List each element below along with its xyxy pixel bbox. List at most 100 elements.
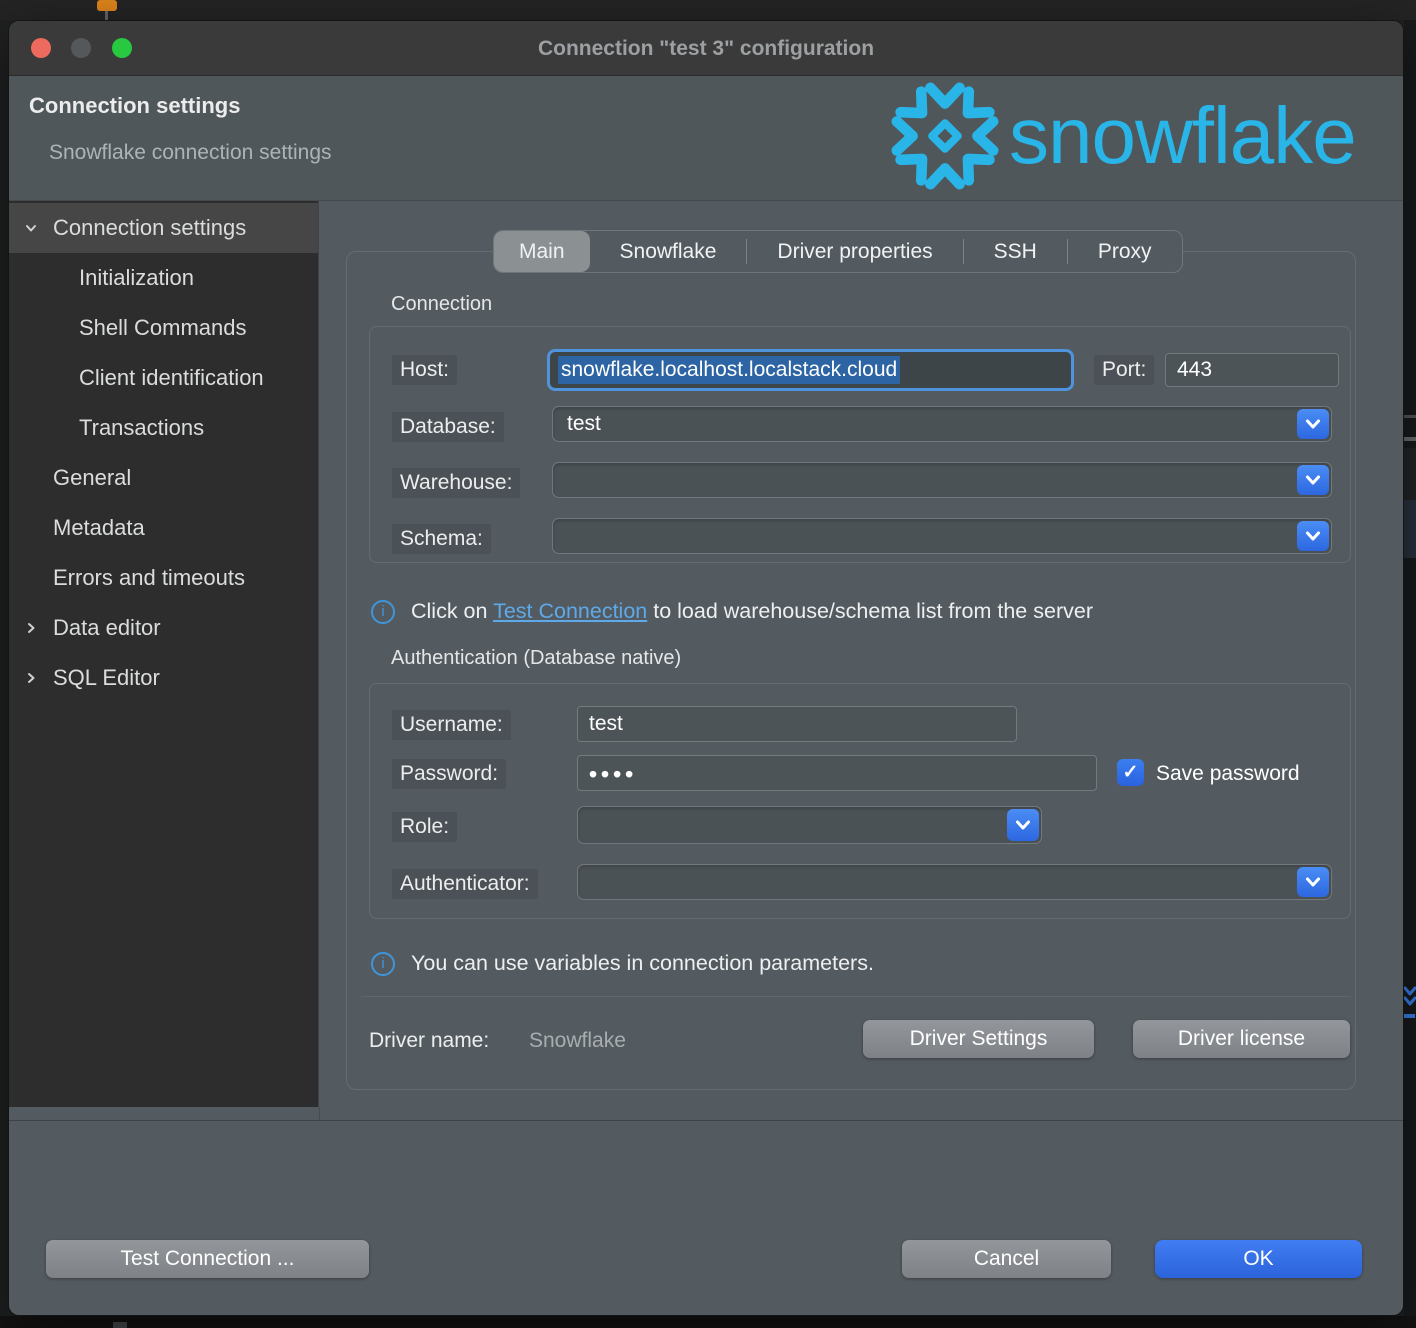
tree-chevron-icon (35, 320, 79, 336)
sidebar-item-data-editor[interactable]: Data editor (9, 603, 318, 653)
title-bar: Connection "test 3" configuration (9, 21, 1403, 76)
tree-chevron-icon (9, 620, 53, 636)
chevron-down-icon (1015, 820, 1031, 831)
header-title: Connection settings (29, 93, 240, 119)
test-connection-link[interactable]: Test Connection (493, 599, 647, 623)
close-window-button[interactable] (31, 38, 51, 58)
schema-combo[interactable] (552, 518, 1332, 554)
driver-section-divider (361, 996, 1351, 997)
sidebar-item-label: Client identification (79, 365, 264, 391)
database-combo[interactable]: test (552, 406, 1332, 442)
password-label: Password: (392, 759, 506, 789)
database-value: test (567, 412, 601, 436)
tree-chevron-icon (35, 370, 79, 386)
password-input[interactable]: •••• (577, 755, 1097, 791)
authenticator-dropdown-button[interactable] (1297, 867, 1329, 897)
role-combo[interactable] (577, 806, 1042, 844)
tree-chevron-icon (9, 520, 53, 536)
database-dropdown-button[interactable] (1297, 409, 1329, 439)
schema-dropdown-button[interactable] (1297, 521, 1329, 551)
tab-ssh[interactable]: SSH (964, 231, 1067, 272)
sidebar-item-label: General (53, 465, 131, 491)
cancel-button[interactable]: Cancel (902, 1240, 1111, 1278)
save-password-label: Save password (1156, 762, 1300, 786)
authenticator-label: Authenticator: (392, 869, 538, 899)
dialog-footer: Test Connection ... Cancel OK (9, 1121, 1403, 1316)
sidebar-item-transactions[interactable]: Transactions (9, 403, 318, 453)
username-label: Username: (392, 710, 511, 740)
tree-chevron-icon (35, 270, 79, 286)
info-icon: i (371, 600, 395, 624)
sidebar-item-sql-editor[interactable]: SQL Editor (9, 653, 318, 703)
warehouse-combo[interactable] (552, 462, 1332, 498)
sidebar-item-label: Metadata (53, 515, 145, 541)
header-subtitle: Snowflake connection settings (49, 141, 332, 165)
background-orange-icon (97, 0, 117, 11)
window-title: Connection "test 3" configuration (9, 21, 1403, 76)
tree-chevron-icon (35, 420, 79, 436)
minimize-window-button[interactable] (71, 38, 91, 58)
sidebar-item-general[interactable]: General (9, 453, 318, 503)
tab-label: Snowflake (620, 240, 717, 264)
info-test-connection: i Click on Test Connection to load wareh… (371, 599, 1093, 624)
background-app-bottom (0, 1316, 1416, 1328)
test-connection-button[interactable]: Test Connection ... (46, 1240, 369, 1278)
zoom-window-button[interactable] (112, 38, 132, 58)
background-chevron-icon (1404, 985, 1416, 1011)
chevron-down-icon (1305, 475, 1321, 486)
host-value: snowflake.localhost.localstack.cloud (558, 356, 900, 384)
username-value: test (589, 712, 623, 736)
sidebar-item-errors-and-timeouts[interactable]: Errors and timeouts (9, 553, 318, 603)
save-password-checkbox[interactable]: ✓ (1117, 759, 1144, 786)
tree-chevron-icon (9, 220, 53, 236)
sidebar-item-initialization[interactable]: Initialization (9, 253, 318, 303)
role-dropdown-button[interactable] (1007, 809, 1039, 841)
authenticator-combo[interactable] (577, 864, 1332, 900)
sidebar-item-label: Initialization (79, 265, 194, 291)
chevron-down-icon (1305, 419, 1321, 430)
sidebar-tree: Connection settings Initialization Shell… (9, 201, 319, 1107)
connection-group-box: Host: snowflake.localhost.localstack.clo… (369, 326, 1351, 563)
snowflake-wordmark: snowflake (1009, 80, 1356, 192)
sidebar-item-label: Connection settings (53, 215, 246, 241)
sidebar-item-shell-commands[interactable]: Shell Commands (9, 303, 318, 353)
ok-button[interactable]: OK (1155, 1240, 1362, 1278)
tree-chevron-icon (9, 470, 53, 486)
info-variables: i You can use variables in connection pa… (371, 951, 874, 976)
sidebar-item-label: Errors and timeouts (53, 565, 245, 591)
driver-license-button[interactable]: Driver license (1133, 1020, 1350, 1058)
tab-main[interactable]: Main (494, 231, 590, 272)
sidebar-item-label: SQL Editor (53, 665, 160, 691)
snowflake-mark-icon (889, 80, 1001, 192)
port-value: 443 (1177, 358, 1212, 382)
sidebar-item-label: Data editor (53, 615, 161, 641)
port-input[interactable]: 443 (1165, 353, 1339, 387)
schema-label: Schema: (392, 524, 491, 554)
tab-driver-properties[interactable]: Driver properties (747, 231, 962, 272)
check-icon: ✓ (1123, 761, 1139, 784)
auth-group-title: Authentication (Database native) (391, 647, 681, 670)
chevron-down-icon (1305, 531, 1321, 542)
driver-settings-button[interactable]: Driver Settings (863, 1020, 1094, 1058)
username-input[interactable]: test (577, 706, 1017, 742)
sidebar-item-label: Shell Commands (79, 315, 247, 341)
tree-chevron-icon (9, 570, 53, 586)
info1-suffix: to load warehouse/schema list from the s… (647, 599, 1093, 623)
tab-snowflake[interactable]: Snowflake (590, 231, 747, 272)
driver-name-value: Snowflake (529, 1029, 626, 1053)
sidebar-item-metadata[interactable]: Metadata (9, 503, 318, 553)
connection-configuration-dialog: Connection "test 3" configuration Connec… (8, 20, 1404, 1316)
sidebar-item-connection-settings[interactable]: Connection settings (9, 203, 318, 253)
dialog-header: Connection settings Snowflake connection… (9, 76, 1403, 201)
port-label: Port: (1094, 355, 1154, 385)
tab-proxy[interactable]: Proxy (1068, 231, 1182, 272)
tab-label: Proxy (1098, 240, 1152, 264)
sidebar-item-label: Transactions (79, 415, 204, 441)
tab-page-content: Main Snowflake Driver properties SSH Pro… (320, 201, 1404, 1120)
warehouse-dropdown-button[interactable] (1297, 465, 1329, 495)
tree-chevron-icon (9, 670, 53, 686)
tab-label: Driver properties (777, 240, 932, 264)
host-input[interactable]: snowflake.localhost.localstack.cloud (547, 349, 1074, 391)
sidebar-item-client-identification[interactable]: Client identification (9, 353, 318, 403)
snowflake-logo: snowflake (889, 80, 1356, 192)
